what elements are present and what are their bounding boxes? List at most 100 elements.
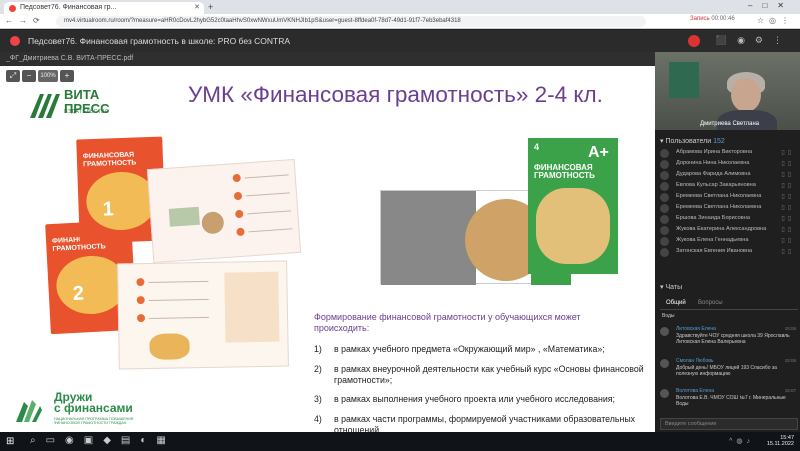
textbook-page-preview [146, 158, 302, 264]
mic-camera-icons: ▯▯ [781, 150, 794, 156]
page-text-line [248, 228, 293, 233]
banknote-image [168, 206, 200, 227]
nav-buttons[interactable]: ←→⟳ [5, 16, 46, 25]
speaker-body [717, 110, 777, 130]
taskbar-app-icons[interactable]: ⌕▭◉▣◆▤◐▦ [30, 435, 176, 446]
video-poster [669, 62, 699, 98]
avatar [660, 389, 669, 398]
chat-message: Смолан Любовь 15:06 Добрый день! МБОУ ли… [660, 358, 798, 382]
zoom-out-button[interactable]: − [22, 70, 36, 82]
chat-message: Воды [662, 313, 675, 319]
avatar [660, 171, 669, 180]
avatar [660, 359, 669, 368]
user-row[interactable]: Доронина Нина Николаевна ▯▯ [660, 159, 798, 170]
druzhi-sub: НАЦИОНАЛЬНАЯ ПРОГРАММА ПОВЫШЕНИЯ ФИНАНСО… [54, 417, 134, 425]
avatar [660, 215, 669, 224]
mic-camera-icons: ▯▯ [781, 172, 794, 178]
taskbar-clock: 15:47 15.11.2022 [767, 435, 794, 447]
book-grade: 2 [72, 282, 85, 305]
avatar [660, 237, 669, 246]
publisher-sub: ИЗДАТЕЛЬСТВО [64, 109, 110, 115]
avatar [660, 204, 669, 213]
user-row[interactable]: Жукова Екатерина Александровна ▯▯ [660, 225, 798, 236]
page-bullet [236, 227, 245, 237]
mic-camera-icons: ▯▯ [781, 238, 794, 244]
user-row[interactable]: Затонская Евгения Ивановна ▯▯ [660, 247, 798, 258]
user-row[interactable]: Жукова Елена Геннадьевна ▯▯ [660, 236, 798, 247]
zoom-in-button[interactable]: + [60, 70, 74, 82]
extensions-icons[interactable]: ☆◎⋮ [757, 16, 794, 25]
clock-date: 15.11.2022 [766, 441, 794, 447]
book-title: ФИНАНСОВАЯ ГРАМОТНОСТЬ [82, 151, 137, 169]
page-text-line [149, 316, 210, 319]
users-count: 152 [713, 138, 725, 145]
page-bullet [136, 314, 146, 323]
address-bar-row: ←→⟳ mv4.virtualroom.ru/room/?measure=aHR… [0, 14, 800, 29]
mic-camera-icons: ▯▯ [781, 194, 794, 200]
avatar [660, 182, 669, 191]
druzhi-mark-icon [16, 400, 42, 422]
fit-icon[interactable]: ⤢ [6, 70, 20, 82]
book-grade: 4 [534, 142, 540, 152]
user-row[interactable]: Дударова Фарида Алимовна ▯▯ [660, 170, 798, 181]
app-header: Педсовет76. Финансовая грамотность в шко… [0, 30, 800, 52]
tab-questions[interactable]: Вопросы [698, 300, 723, 306]
mic-camera-icons: ▯▯ [781, 161, 794, 167]
book-illustration [85, 170, 158, 232]
site-favicon-icon [9, 5, 16, 12]
textbook-page-preview [117, 260, 289, 370]
page-bullet [233, 191, 243, 201]
header-tool-icons[interactable]: ⬛◉⚙⋮ [716, 35, 792, 46]
mic-camera-icons: ▯▯ [781, 249, 794, 255]
tab-general[interactable]: Общий [666, 300, 686, 306]
start-button-icon[interactable]: ⊞ [6, 436, 14, 447]
app-title: Педсовет76. Финансовая грамотность в шко… [28, 36, 291, 46]
user-row[interactable]: Абрамова Ирина Викторовна ▯▯ [660, 148, 798, 159]
textbook-cover-grade-4: ФИНАНСОВАЯ ГРАМОТНОСТЬ А+ 4 [528, 138, 618, 274]
book-grade: 1 [102, 198, 115, 221]
vita-press-mark-icon [30, 94, 60, 118]
page-bullet [136, 296, 145, 305]
druzhi-s-finansami-logo: Дружи с финансами НАЦИОНАЛЬНАЯ ПРОГРАММА… [14, 390, 144, 430]
druzhi-word: Дружи с финансами [54, 390, 133, 415]
page-illustration [224, 271, 280, 343]
user-row[interactable]: Еремеева Светлана Николаевна ▯▯ [660, 192, 798, 203]
recording-label: Запись [690, 16, 710, 22]
chat-header[interactable]: ▾ Чаты [660, 283, 682, 291]
page-text-line [245, 192, 290, 197]
avatar [660, 248, 669, 257]
new-tab-button[interactable]: + [208, 2, 213, 12]
mic-camera-icons: ▯▯ [781, 183, 794, 189]
user-row[interactable]: Евлова Кульсар Закарьяновна ▯▯ [660, 181, 798, 192]
mic-camera-icons: ▯▯ [781, 227, 794, 233]
chat-input[interactable]: Введите сообщение [660, 418, 798, 430]
system-tray-icons[interactable]: ^◍♪ [729, 437, 754, 445]
book-grade-mark: А+ [588, 144, 609, 161]
page-bullet [232, 173, 242, 183]
browser-tab-bar: Педсовет76. Финансовая гр... ✕ + –□✕ [0, 0, 800, 14]
chat-tabs: Общий Вопросы [660, 298, 798, 310]
record-button[interactable] [688, 35, 700, 47]
mic-camera-icons: ▯▯ [781, 205, 794, 211]
avatar [660, 149, 669, 158]
user-row[interactable]: Еремеева Светлана Николаевна ▯▯ [660, 203, 798, 214]
users-header[interactable]: ▾ Пользователи 152 [660, 137, 725, 145]
recording-time: 00:00:46 [711, 16, 735, 22]
url-input[interactable]: mv4.virtualroom.ru/room/?measure=aHR0cDo… [56, 16, 646, 27]
formation-heading: Формирование финансовой грамотности у об… [314, 312, 581, 333]
page-text-line [148, 280, 209, 283]
vita-press-logo: ВИТА ПРЕСС ИЗДАТЕЛЬСТВО [28, 88, 118, 122]
speaker-video[interactable] [655, 52, 800, 130]
zoom-level: 100% [38, 70, 58, 82]
user-row[interactable]: Ершова Зинаида Борисовна ▯▯ [660, 214, 798, 225]
page-bullet [234, 209, 244, 219]
window-controls[interactable]: –□✕ [748, 1, 794, 10]
chat-message: Волотова Елена 15:07 Волотова Е.В. ЧМОУ … [660, 388, 798, 412]
slide: ВИТА ПРЕСС ИЗДАТЕЛЬСТВО УМК «Финансовая … [0, 66, 655, 432]
coin-image [201, 211, 225, 235]
page-illustration [149, 333, 190, 360]
close-tab-icon[interactable]: ✕ [194, 3, 200, 11]
page-bullet [136, 278, 145, 287]
chat-message: Литовская Елена 15:06 Здравствуйте ЧОУ с… [660, 326, 798, 350]
browser-tab[interactable]: Педсовет76. Финансовая гр... ✕ [4, 2, 204, 14]
